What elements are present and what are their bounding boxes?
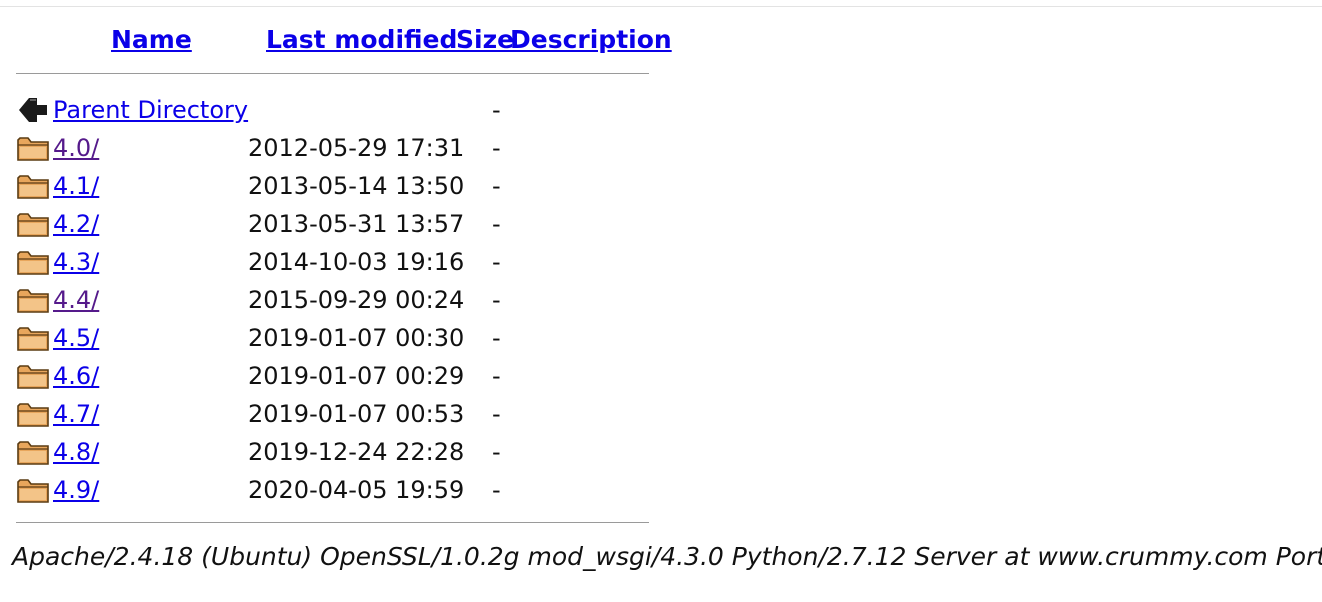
size-cell: -	[492, 172, 501, 200]
server-signature: Apache/2.4.18 (Ubuntu) OpenSSL/1.0.2g mo…	[12, 542, 1322, 571]
directory-link[interactable]: 4.3/	[53, 245, 99, 279]
directory-row: 4.7/2019-01-07 00:53-	[0, 397, 700, 435]
folder-icon	[17, 400, 49, 428]
back-arrow-icon	[17, 96, 49, 124]
last-modified-cell: 2019-12-24 22:28	[248, 438, 465, 466]
folder-icon	[17, 324, 49, 352]
directory-link[interactable]: 4.8/	[53, 435, 99, 469]
directory-link[interactable]: 4.7/	[53, 397, 99, 431]
last-modified-cell: 2019-01-07 00:53	[248, 400, 465, 428]
directory-row: 4.9/2020-04-05 19:59-	[0, 473, 700, 511]
directory-link[interactable]: 4.1/	[53, 169, 99, 203]
folder-icon	[17, 248, 49, 276]
footer-rule	[16, 522, 649, 523]
folder-icon	[17, 134, 49, 162]
last-modified-cell: 2015-09-29 00:24	[248, 286, 465, 314]
top-divider	[0, 6, 1322, 7]
directory-link[interactable]: 4.9/	[53, 473, 99, 507]
last-modified-cell: 2014-10-03 19:16	[248, 248, 465, 276]
size-cell: -	[492, 134, 501, 162]
last-modified-cell: 2012-05-29 17:31	[248, 134, 465, 162]
sort-by-name-link[interactable]: Name	[111, 24, 192, 56]
last-modified-cell: 2020-04-05 19:59	[248, 476, 465, 504]
size-cell: -	[492, 210, 501, 238]
sort-by-size-link[interactable]: Size	[456, 24, 514, 56]
directory-row: 4.5/2019-01-07 00:30-	[0, 321, 700, 359]
last-modified-cell: 2019-01-07 00:30	[248, 324, 465, 352]
size-cell: -	[492, 400, 501, 428]
size-cell: -	[492, 324, 501, 352]
size-cell: -	[492, 96, 501, 124]
sort-by-last-modified-link[interactable]: Last modified	[266, 24, 457, 56]
parent-directory-row: Parent Directory -	[0, 93, 700, 131]
directory-link[interactable]: 4.0/	[53, 131, 99, 165]
size-cell: -	[492, 362, 501, 390]
header-rule	[16, 73, 649, 74]
last-modified-cell: 2013-05-31 13:57	[248, 210, 465, 238]
directory-link[interactable]: 4.6/	[53, 359, 99, 393]
directory-link[interactable]: 4.4/	[53, 283, 99, 317]
last-modified-cell: 2019-01-07 00:29	[248, 362, 465, 390]
directory-row: 4.8/2019-12-24 22:28-	[0, 435, 700, 473]
directory-row: 4.4/2015-09-29 00:24-	[0, 283, 700, 321]
folder-icon	[17, 476, 49, 504]
parent-directory-link[interactable]: Parent Directory	[53, 93, 248, 127]
size-cell: -	[492, 438, 501, 466]
folder-icon	[17, 362, 49, 390]
folder-icon	[17, 438, 49, 466]
size-cell: -	[492, 286, 501, 314]
size-cell: -	[492, 248, 501, 276]
directory-row: 4.0/2012-05-29 17:31-	[0, 131, 700, 169]
folder-icon	[17, 210, 49, 238]
last-modified-cell: 2013-05-14 13:50	[248, 172, 465, 200]
folder-icon	[17, 286, 49, 314]
directory-link[interactable]: 4.5/	[53, 321, 99, 355]
directory-row: 4.3/2014-10-03 19:16-	[0, 245, 700, 283]
directory-row: 4.6/2019-01-07 00:29-	[0, 359, 700, 397]
directory-row: 4.1/2013-05-14 13:50-	[0, 169, 700, 207]
size-cell: -	[492, 476, 501, 504]
sort-by-description-link[interactable]: Description	[510, 24, 672, 56]
folder-icon	[17, 172, 49, 200]
directory-link[interactable]: 4.2/	[53, 207, 99, 241]
directory-row: 4.2/2013-05-31 13:57-	[0, 207, 700, 245]
